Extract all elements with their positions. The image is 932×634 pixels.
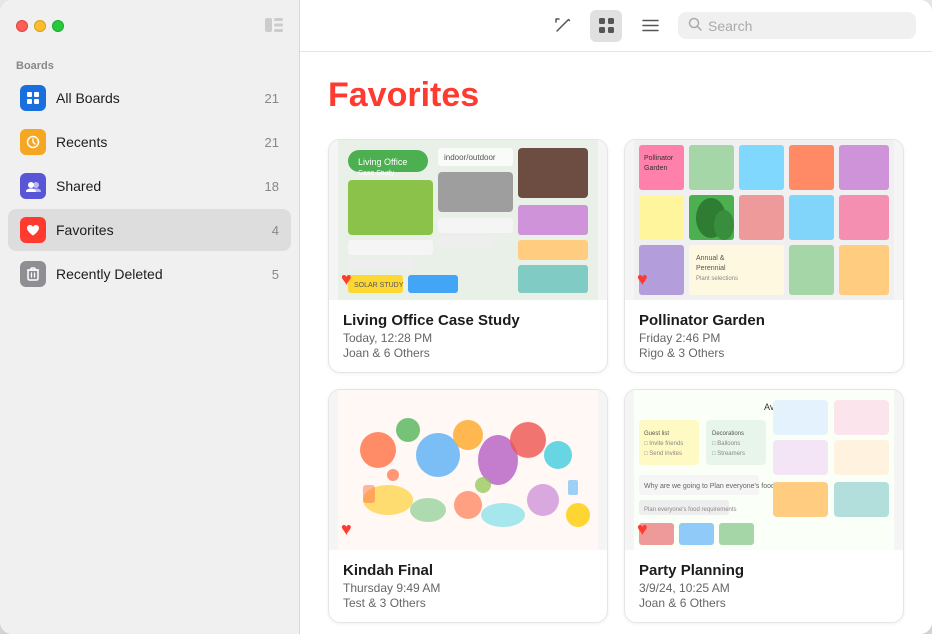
search-bar (678, 12, 916, 39)
sidebar-item-label-favorites: Favorites (56, 222, 262, 238)
favorite-heart-kindah-final[interactable]: ♥ (341, 519, 352, 540)
svg-text:indoor/outdoor: indoor/outdoor (444, 153, 496, 162)
traffic-lights (16, 20, 64, 32)
svg-text:Plant selections: Plant selections (696, 276, 738, 282)
search-icon (688, 17, 702, 34)
board-info-living-office: Living Office Case Study Today, 12:28 PM… (329, 300, 607, 372)
board-members-party-planning: Joan & 6 Others (639, 596, 889, 610)
board-info-pollinator-garden: Pollinator Garden Friday 2:46 PM Rigo & … (625, 300, 903, 372)
board-name-party-planning: Party Planning (639, 562, 889, 579)
sidebar-item-label-recently-deleted: Recently Deleted (56, 266, 262, 282)
sidebar-item-favorites[interactable]: Favorites 4 (8, 209, 291, 251)
close-button[interactable] (16, 20, 28, 32)
sidebar-item-count-all-boards: 21 (265, 91, 279, 106)
board-card-pollinator-garden[interactable]: Pollinator Garden (624, 139, 904, 373)
app-window: Boards All Boards 21 Rece (0, 0, 932, 634)
main-toolbar (300, 0, 932, 52)
all-boards-icon (20, 85, 46, 111)
svg-text:Plan everyone's food requireme: Plan everyone's food requirements (644, 507, 737, 513)
svg-text:Guest list: Guest list (644, 431, 669, 437)
board-date-kindah-final: Thursday 9:49 AM (343, 581, 593, 595)
search-input[interactable] (708, 18, 906, 34)
board-members-pollinator-garden: Rigo & 3 Others (639, 346, 889, 360)
page-content: Favorites Living Office Case Study (300, 52, 932, 634)
board-thumbnail-pollinator-garden: Pollinator Garden (625, 140, 903, 300)
svg-text:□ Send invites: □ Send invites (644, 451, 682, 457)
board-date-living-office: Today, 12:28 PM (343, 331, 593, 345)
svg-text:Annual &: Annual & (696, 255, 725, 262)
board-card-living-office[interactable]: Living Office Case Study indoor/outdoor (328, 139, 608, 373)
board-name-pollinator-garden: Pollinator Garden (639, 312, 889, 329)
board-name-kindah-final: Kindah Final (343, 562, 593, 579)
board-date-pollinator-garden: Friday 2:46 PM (639, 331, 889, 345)
main-content: Favorites Living Office Case Study (300, 0, 932, 634)
sidebar-item-count-shared: 18 (265, 179, 279, 194)
board-thumbnail-living-office: Living Office Case Study indoor/outdoor (329, 140, 607, 300)
svg-text:Case Study: Case Study (358, 170, 395, 177)
sidebar-item-label-recents: Recents (56, 134, 255, 150)
board-thumbnail-party-planning: Ava's Birthday Guest list □ Invite frien… (625, 390, 903, 550)
board-name-living-office: Living Office Case Study (343, 312, 593, 329)
sidebar-item-recents[interactable]: Recents 21 (8, 121, 291, 163)
svg-text:□ Balloons: □ Balloons (712, 441, 740, 447)
grid-view-button[interactable] (590, 10, 622, 42)
favorite-heart-party-planning[interactable]: ♥ (637, 519, 648, 540)
sidebar: Boards All Boards 21 Rece (0, 0, 300, 634)
sidebar-item-shared[interactable]: Shared 18 (8, 165, 291, 207)
svg-text:Pollinator: Pollinator (644, 155, 674, 162)
sidebar-item-recently-deleted[interactable]: Recently Deleted 5 (8, 253, 291, 295)
sidebar-item-all-boards[interactable]: All Boards 21 (8, 77, 291, 119)
board-info-party-planning: Party Planning 3/9/24, 10:25 AM Joan & 6… (625, 550, 903, 622)
favorite-heart-pollinator-garden[interactable]: ♥ (637, 269, 648, 290)
boards-section-label: Boards (0, 52, 299, 76)
board-members-living-office: Joan & 6 Others (343, 346, 593, 360)
favorite-heart-living-office[interactable]: ♥ (341, 269, 352, 290)
sidebar-item-label-all-boards: All Boards (56, 90, 255, 106)
new-board-button[interactable] (546, 10, 578, 42)
svg-text:□ Invite friends: □ Invite friends (644, 441, 683, 447)
svg-text:Perennial: Perennial (696, 265, 726, 272)
favorites-icon (20, 217, 46, 243)
board-info-kindah-final: Kindah Final Thursday 9:49 AM Test & 3 O… (329, 550, 607, 622)
board-card-kindah-final[interactable]: ♥ Kindah Final Thursday 9:49 AM Test & 3… (328, 389, 608, 623)
board-date-party-planning: 3/9/24, 10:25 AM (639, 581, 889, 595)
boards-grid: Living Office Case Study indoor/outdoor (328, 139, 904, 623)
sidebar-item-count-favorites: 4 (272, 223, 279, 238)
sidebar-item-count-recents: 21 (265, 135, 279, 150)
sidebar-toggle-button[interactable] (265, 16, 283, 37)
board-card-party-planning[interactable]: Ava's Birthday Guest list □ Invite frien… (624, 389, 904, 623)
recents-icon (20, 129, 46, 155)
svg-text:Living Office: Living Office (358, 157, 407, 167)
svg-text:Decorations: Decorations (712, 431, 744, 437)
list-view-button[interactable] (634, 10, 666, 42)
svg-text:Garden: Garden (644, 165, 667, 172)
titlebar (0, 0, 299, 52)
minimize-button[interactable] (34, 20, 46, 32)
board-thumbnail-kindah-final: ♥ (329, 390, 607, 550)
svg-text:□ Streamers: □ Streamers (712, 451, 745, 457)
maximize-button[interactable] (52, 20, 64, 32)
page-title: Favorites (328, 76, 904, 115)
svg-text:SOLAR STUDY: SOLAR STUDY (354, 282, 404, 289)
board-members-kindah-final: Test & 3 Others (343, 596, 593, 610)
sidebar-item-count-recently-deleted: 5 (272, 267, 279, 282)
shared-icon (20, 173, 46, 199)
recently-deleted-icon (20, 261, 46, 287)
sidebar-item-label-shared: Shared (56, 178, 255, 194)
svg-text:Why are we going to Plan every: Why are we going to Plan everyone's food… (644, 483, 779, 490)
